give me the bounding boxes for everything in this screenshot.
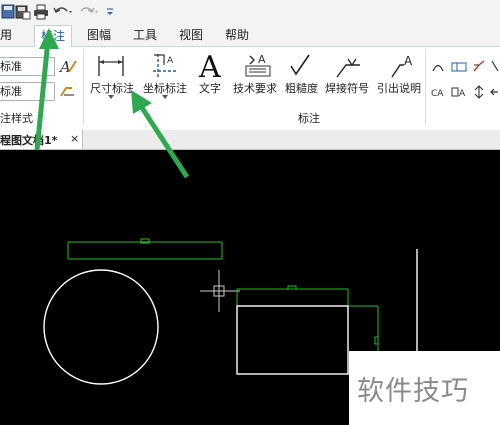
document-title: 程图文档1* — [0, 134, 58, 147]
chevron-down-icon[interactable] — [108, 95, 114, 100]
section-arrow-icon[interactable] — [472, 85, 486, 99]
svg-text:CA: CA — [431, 89, 444, 99]
chamfer-icon[interactable]: CA — [431, 85, 445, 99]
save-as-icon[interactable] — [15, 4, 31, 20]
arc-dimension-icon[interactable] — [431, 60, 445, 74]
print-icon[interactable] — [33, 4, 49, 20]
document-tab-bar: 程图文档1* × — [0, 130, 500, 150]
undo-icon[interactable] — [52, 5, 74, 19]
roughness-label[interactable]: 粗糙度 — [285, 80, 318, 96]
text-tool-label[interactable]: 文字 — [199, 80, 221, 96]
svg-text:A: A — [258, 53, 266, 66]
quick-access-toolbar — [0, 0, 500, 24]
tolerance-frame-icon[interactable] — [451, 60, 467, 74]
group-divider — [425, 49, 426, 125]
technical-requirements-icon[interactable]: A — [244, 52, 274, 80]
dimension-style-icon[interactable] — [58, 83, 78, 101]
redo-icon[interactable] — [78, 5, 100, 19]
leader-note-icon[interactable]: A — [388, 51, 418, 81]
text-A-icon[interactable]: A — [198, 50, 224, 80]
tab-common[interactable]: 用 — [0, 25, 12, 45]
svg-text:A: A — [58, 58, 71, 75]
text-style-combo[interactable]: 标准 — [0, 57, 55, 76]
style-group-label: 注样式 — [0, 112, 33, 125]
ribbon-tab-bar: 用 标注 图幅 工具 视图 帮助 — [0, 24, 500, 47]
dimension-style-combo[interactable]: 标准 — [0, 82, 55, 101]
rectangle-entity[interactable] — [236, 305, 349, 375]
svg-text:A: A — [459, 89, 466, 99]
text-style-icon[interactable]: A — [58, 57, 78, 75]
customize-toolbar-icon[interactable] — [105, 7, 115, 17]
svg-text:A: A — [198, 50, 221, 80]
datum-target-icon[interactable]: A — [451, 85, 467, 99]
watermark: 软件技巧 — [349, 351, 500, 425]
view-arrow-icon[interactable] — [490, 85, 500, 99]
svg-text:A: A — [167, 56, 174, 66]
technical-requirements-label[interactable]: 技术要求 — [233, 80, 277, 96]
tab-help[interactable]: 帮助 — [225, 25, 249, 45]
dimension-icon[interactable] — [96, 52, 126, 80]
tab-dimension[interactable]: 标注 — [34, 25, 73, 47]
svg-text:A: A — [404, 54, 413, 68]
save-icon[interactable] — [1, 4, 15, 20]
group-divider — [83, 49, 84, 125]
roughness-icon[interactable] — [289, 52, 313, 80]
tab-view[interactable]: 视图 — [179, 25, 203, 45]
leader-note-label[interactable]: 引出说明 — [377, 80, 421, 96]
circle-entity[interactable] — [43, 269, 159, 385]
crosshair-cursor — [200, 270, 240, 312]
weld-symbol-icon[interactable] — [334, 51, 364, 81]
datum-icon[interactable] — [472, 59, 486, 73]
weld-symbol-label[interactable]: 焊接符号 — [325, 80, 369, 96]
centerline-icon[interactable] — [490, 59, 500, 73]
tab-sheet[interactable]: 图幅 — [87, 25, 111, 45]
coordinate-dimension-label[interactable]: 坐标标注 — [143, 80, 187, 96]
ribbon-panel: 标准 A 标准 注样式 尺寸标注 A 坐标标注 A 文字 A 技术要求 粗糙度 … — [0, 47, 500, 131]
close-icon[interactable]: × — [70, 132, 79, 145]
document-tab[interactable]: 程图文档1* × — [0, 130, 83, 149]
dimension-tool-label[interactable]: 尺寸标注 — [90, 80, 134, 96]
coordinate-dimension-icon[interactable]: A — [150, 51, 180, 81]
dimension-group-label: 标注 — [298, 112, 320, 125]
tab-tools[interactable]: 工具 — [133, 25, 157, 45]
chevron-down-icon[interactable] — [162, 95, 168, 100]
top-dimension[interactable] — [67, 238, 223, 260]
